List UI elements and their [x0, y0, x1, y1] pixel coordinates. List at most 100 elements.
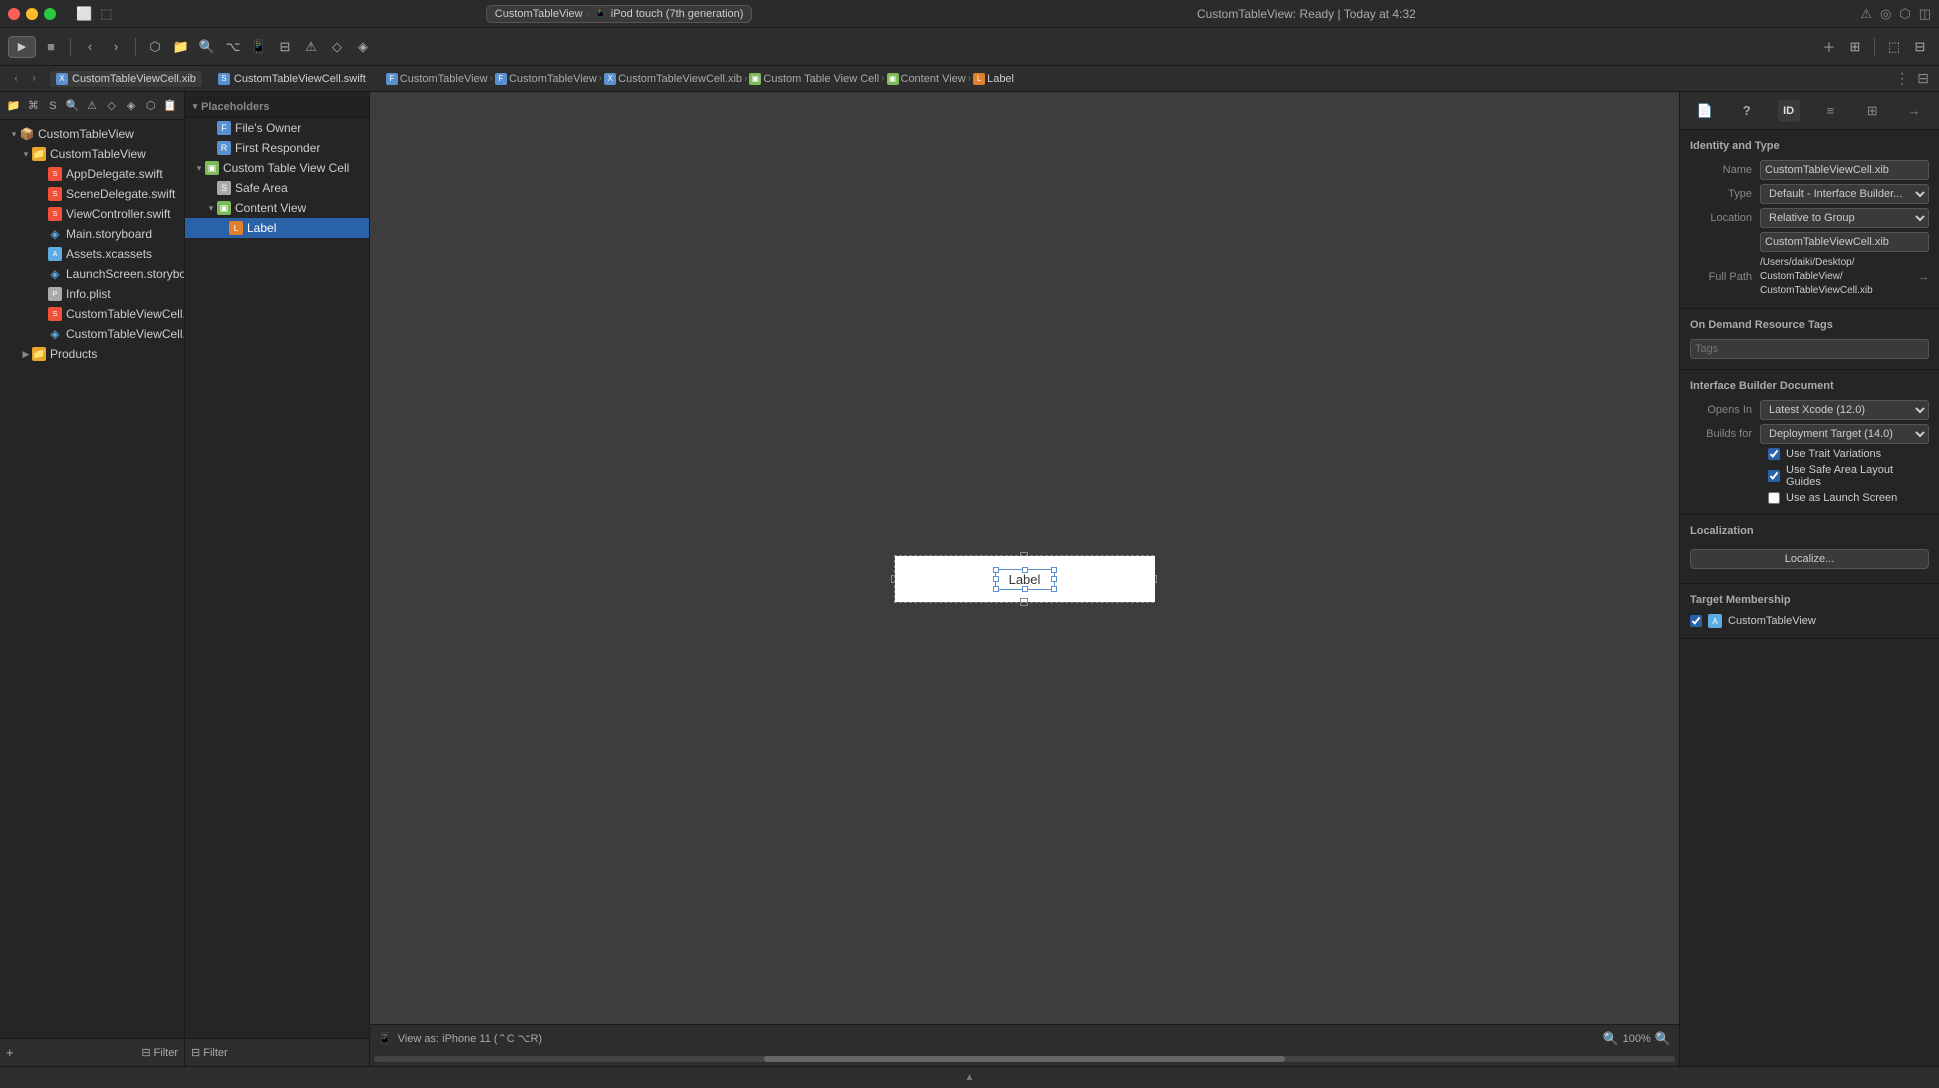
opensin-select[interactable]: Latest Xcode (12.0) [1760, 400, 1929, 420]
nav-icon-tests[interactable]: ◇ [104, 97, 120, 115]
hierarchy-icon[interactable]: ⊟ [274, 36, 296, 58]
outline-item-label[interactable]: L Label [185, 218, 369, 238]
inspector-tab-identity[interactable]: ID [1778, 100, 1800, 122]
breadcrumb-forward[interactable]: › [26, 71, 42, 87]
name-field[interactable] [1760, 160, 1929, 180]
minimize-button[interactable] [26, 8, 38, 20]
nav-icon-find[interactable]: 🔍 [65, 97, 81, 115]
environment-icon[interactable]: ◫ [1919, 6, 1931, 22]
tags-field[interactable] [1690, 339, 1929, 359]
tree-item-customcell-swift[interactable]: S CustomTableViewCell.... [0, 304, 184, 324]
nav-filter-btn[interactable]: ⊟ Filter [141, 1046, 178, 1059]
target-checkbox[interactable] [1690, 615, 1702, 627]
inspector-tab-quickhelp[interactable]: ? [1736, 100, 1758, 122]
nav-icon-folder[interactable]: 📁 [6, 97, 22, 115]
close-button[interactable] [8, 8, 20, 20]
breadcrumb-customtableview-1[interactable]: CustomTableView [400, 73, 488, 85]
zoom-out-icon[interactable]: 🔍 [1602, 1031, 1618, 1047]
outline-item-firstresponder[interactable]: R First Responder [185, 138, 369, 158]
tree-item-group[interactable]: ▾ 📦 CustomTableView [0, 124, 184, 144]
label-element[interactable]: Label [995, 569, 1055, 590]
fullpath-arrow-icon[interactable]: → [1918, 271, 1929, 283]
handle-bm[interactable] [1022, 586, 1028, 592]
breadcrumb-xib[interactable]: CustomTableViewCell.xib [618, 73, 742, 85]
breadcrumb-label[interactable]: Label [987, 73, 1014, 85]
zoom-in-icon[interactable]: 🔍 [1655, 1031, 1671, 1047]
add-icon[interactable]: ＋ [1818, 36, 1840, 58]
cell-toggle[interactable]: ▾ [193, 162, 205, 174]
breadcrumb-cell[interactable]: Custom Table View Cell [763, 73, 879, 85]
nav-add-icon[interactable]: + [6, 1045, 14, 1060]
breakpoint-icon[interactable]: ⬡ [144, 36, 166, 58]
git-icon[interactable]: ⌥ [222, 36, 244, 58]
stop-button[interactable]: ■ [40, 36, 62, 58]
inspector-tab-size[interactable]: ⊞ [1861, 100, 1883, 122]
nav-icon-reports[interactable]: 📋 [163, 97, 179, 115]
contentview-toggle[interactable]: ▾ [205, 202, 217, 214]
breadcrumb-back[interactable]: ‹ [8, 71, 24, 87]
tree-item-viewcontroller[interactable]: S ViewController.swift [0, 204, 184, 224]
outline-item-safearea[interactable]: S Safe Area [185, 178, 369, 198]
search-icon[interactable]: 🔍 [196, 36, 218, 58]
tests-icon[interactable]: ◇ [326, 36, 348, 58]
run-destination-icon[interactable]: ◎ [1880, 6, 1891, 22]
checkbox-traitvariations[interactable] [1768, 448, 1780, 460]
outline-item-filesowner[interactable]: F File's Owner [185, 118, 369, 138]
folder-icon[interactable]: 📁 [170, 36, 192, 58]
issues-icon[interactable]: ⚠ [300, 36, 322, 58]
checkbox-safearea[interactable] [1768, 470, 1780, 482]
localize-button[interactable]: Localize... [1690, 549, 1929, 569]
sidebar-toggle-icon[interactable]: ⬚ [100, 6, 112, 22]
nav-icon-debug[interactable]: ◈ [123, 97, 139, 115]
handle-tl[interactable] [993, 567, 999, 573]
nav-icon-breakpoints[interactable]: ⬡ [143, 97, 159, 115]
scheme-selector[interactable]: CustomTableView › 📱 iPod touch (7th gene… [486, 5, 753, 23]
breadcrumb-customtableview-2[interactable]: CustomTableView [509, 73, 597, 85]
tree-item-infoplist[interactable]: P Info.plist [0, 284, 184, 304]
tree-item-mainstoryboard[interactable]: ◈ Main.storyboard [0, 224, 184, 244]
outline-item-contentview[interactable]: ▾ ▣ Content View [185, 198, 369, 218]
handle-tr[interactable] [1051, 567, 1057, 573]
tree-item-xcassets[interactable]: A Assets.xcassets [0, 244, 184, 264]
tree-item-launchscreen[interactable]: ◈ LaunchScreen.storybo... [0, 264, 184, 284]
breakpoints-icon[interactable]: ⬡ [1899, 6, 1910, 22]
inspector-tab-file[interactable]: 📄 [1694, 100, 1716, 122]
warning-icon[interactable]: ⚠ [1860, 6, 1872, 22]
back-button[interactable]: ‹ [79, 36, 101, 58]
canvas-scrollbar-horizontal[interactable] [370, 1052, 1679, 1066]
outline-item-cell[interactable]: ▾ ▣ Custom Table View Cell [185, 158, 369, 178]
buildsfor-select[interactable]: Deployment Target (14.0) [1760, 424, 1929, 444]
tree-item-customcell-xib[interactable]: ◈ CustomTableViewCell.... [0, 324, 184, 344]
toggle-folder[interactable]: ▾ [20, 148, 32, 160]
inspector-toggle[interactable]: ⬚ [1883, 36, 1905, 58]
checkbox-launchscreen[interactable] [1768, 492, 1780, 504]
nav-icon-warnings[interactable]: ⚠ [84, 97, 100, 115]
tree-item-scenedelegate[interactable]: S SceneDelegate.swift [0, 184, 184, 204]
breadcrumb-contentview[interactable]: Content View [901, 73, 966, 85]
handle-lm[interactable] [993, 576, 999, 582]
fullscreen-button[interactable] [44, 8, 56, 20]
handle-br[interactable] [1051, 586, 1057, 592]
inspector-tab-connections[interactable]: → [1903, 100, 1925, 122]
location-select[interactable]: Relative to Group [1760, 208, 1929, 228]
toggle-group[interactable]: ▾ [8, 128, 20, 140]
view-as-label[interactable]: View as: iPhone 11 (⌃C ⌥R) [398, 1032, 542, 1045]
panel-toggle[interactable]: ⊟ [1909, 36, 1931, 58]
run-button[interactable]: ▶ [8, 36, 36, 58]
handle-tm[interactable] [1022, 567, 1028, 573]
nav-icon-symbol[interactable]: S [45, 97, 61, 115]
breadcrumb-layout-button[interactable]: ⊟ [1915, 68, 1931, 89]
placeholders-toggle[interactable]: ▾ [189, 101, 201, 113]
toggle-products[interactable]: ▶ [20, 348, 32, 360]
handle-rm[interactable] [1051, 576, 1057, 582]
filename-field[interactable] [1760, 232, 1929, 252]
type-select[interactable]: Default - Interface Builder... [1760, 184, 1929, 204]
inspector-tab-attributes[interactable]: ≡ [1819, 100, 1841, 122]
library-icon[interactable]: ⊞ [1844, 36, 1866, 58]
outline-filter-btn[interactable]: ⊟ Filter [191, 1046, 228, 1059]
tab-xib[interactable]: X CustomTableViewCell.xib [50, 71, 202, 87]
scrollbar-thumb[interactable] [764, 1056, 1284, 1062]
tab-swift[interactable]: S CustomTableViewCell.swift [212, 71, 372, 87]
handle-bl[interactable] [993, 586, 999, 592]
device-icon[interactable]: 📱 [248, 36, 270, 58]
